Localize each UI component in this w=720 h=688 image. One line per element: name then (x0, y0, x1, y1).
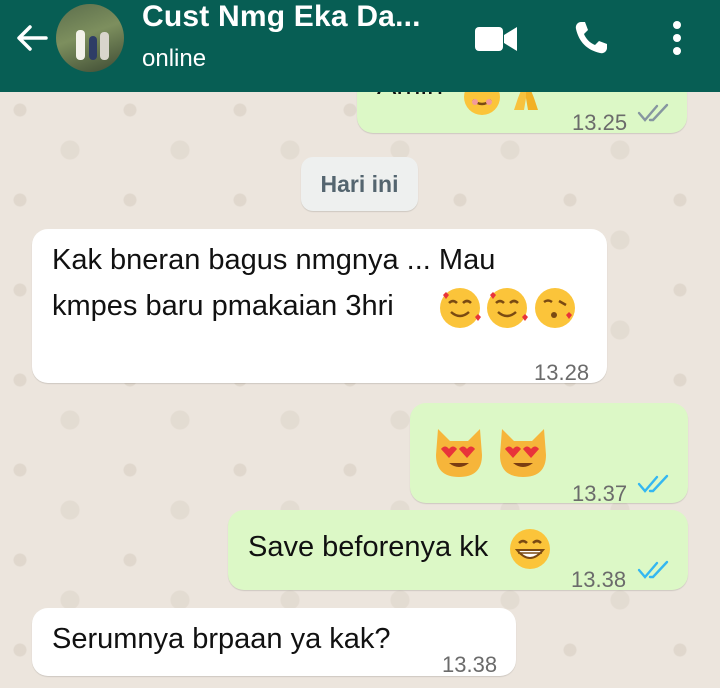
contact-name[interactable]: Cust Nmg Eka Da... (142, 0, 421, 34)
message-incoming[interactable]: Kak bneran bagus nmgnya ... Mau kmpes ba… (32, 229, 607, 385)
message-text-line-2: kmpes baru pmakaian 3hri (52, 290, 394, 322)
double-check-icon (637, 103, 669, 122)
heart-eyes-cat-emoji (436, 429, 482, 477)
video-call-icon[interactable] (472, 22, 520, 61)
smiling-face-with-hearts-emoji (487, 288, 528, 328)
heart-eyes-cat-emoji (500, 429, 546, 477)
message-time: 13.25 (572, 110, 628, 135)
contact-avatar[interactable] (56, 4, 124, 72)
face-blowing-kiss-emoji (535, 288, 575, 328)
message-time: 13.28 (534, 360, 590, 385)
message-outgoing[interactable]: 13.37 (410, 403, 688, 506)
message-incoming[interactable]: Serumnya brpaan ya kak? 13.38 (32, 608, 516, 677)
phone-icon[interactable] (571, 18, 611, 63)
grinning-face-emoji (510, 529, 550, 569)
smiling-face-with-hearts-emoji (440, 288, 481, 328)
date-divider: Hari ini (301, 157, 418, 211)
message-time: 13.38 (442, 652, 498, 677)
double-check-icon (637, 560, 669, 579)
message-text: Serumnya brpaan ya kak? (52, 623, 391, 655)
message-text: Save beforenya kk (248, 531, 489, 563)
back-arrow-icon[interactable] (12, 18, 52, 58)
message-text-line-1: Kak bneran bagus nmgnya ... Mau (52, 244, 496, 276)
contact-status: online (142, 45, 207, 72)
message-outgoing[interactable]: Save beforenya kk 13.38 (228, 510, 688, 592)
more-options-icon[interactable] (663, 18, 691, 63)
message-time: 13.38 (571, 567, 627, 592)
chat-header: Cust Nmg Eka Da... online (0, 0, 720, 92)
double-check-icon (637, 474, 669, 493)
